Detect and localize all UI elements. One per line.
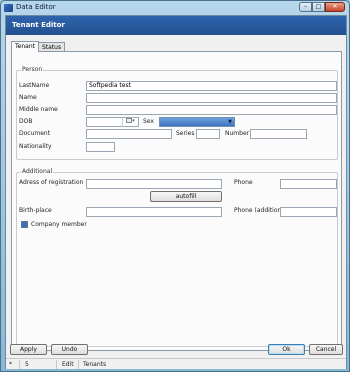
sex-label: Sex [143,118,154,125]
company-member-checkbox[interactable] [21,221,28,228]
name-input[interactable] [86,93,337,103]
status-separator [56,360,57,369]
maximize-button[interactable]: □ [312,2,325,12]
sex-select[interactable]: ▼ [159,117,235,127]
birthplace-label: Birth-place [19,207,52,214]
chevron-down-icon: ▼ [228,119,232,125]
status-separator [19,360,20,369]
status-record-count: 5 [25,361,29,368]
address-label: Adress of registration [19,179,84,186]
status-bar: * 5 Edit Tenants [6,358,346,369]
middlename-label: Middle name [19,106,58,113]
nationality-input[interactable] [86,142,115,152]
person-group-title: Person [21,66,44,73]
status-mode: Edit [62,361,74,368]
title-bar[interactable]: Data Editor – □ ✕ [1,1,349,15]
window-title: Data Editor [16,3,56,11]
phone-input[interactable] [280,179,337,189]
lastname-label: LastName [19,82,50,89]
phone-label: Phone [234,179,253,186]
calendar-dropdown-button[interactable]: ▾ [122,117,138,127]
birthplace-input[interactable] [86,207,222,217]
series-input[interactable] [196,129,220,139]
middlename-input[interactable] [86,105,337,115]
ok-button[interactable]: Ok [268,344,305,355]
address-input[interactable] [86,179,222,189]
app-icon [4,4,13,12]
phone-additional-input[interactable] [280,207,337,217]
name-label: Name [19,94,37,101]
editor-title: Tenant Editor [12,21,65,29]
data-editor-window: Data Editor – □ ✕ Tenant Editor Tenant S… [0,0,350,372]
series-label: Series [176,130,195,137]
additional-group-title: Additional [21,168,54,175]
client-area: Tenant Editor Tenant Status Person LastN… [5,15,347,369]
cancel-button[interactable]: Cancel [309,344,343,355]
calendar-icon [126,118,133,123]
tab-tenant[interactable]: Tenant [11,41,39,52]
status-separator [78,360,79,369]
autofill-button[interactable]: autofill [150,191,222,202]
editor-header: Tenant Editor [6,16,346,35]
lastname-value: Softpedia test [89,82,131,89]
company-member-label: Company member [31,221,87,228]
lastname-input[interactable]: Softpedia test [86,81,337,91]
apply-button[interactable]: Apply [10,344,47,355]
dob-picker[interactable]: ▾ [86,117,139,127]
tenant-tab-panel: Person LastName Softpedia test Name Midd… [11,51,342,351]
close-button[interactable]: ✕ [325,2,345,12]
status-table: Tenants [83,361,107,368]
number-input[interactable] [250,129,307,139]
dob-label: DOB [19,118,33,125]
caption-buttons: – □ ✕ [299,2,345,13]
document-input[interactable] [86,129,172,139]
document-label: Document [19,130,51,137]
number-label: Number [225,130,250,137]
minimize-button[interactable]: – [299,2,312,12]
status-marker: * [9,361,12,368]
nationality-label: Nationality [19,143,52,150]
undo-button[interactable]: Undo [51,344,88,355]
